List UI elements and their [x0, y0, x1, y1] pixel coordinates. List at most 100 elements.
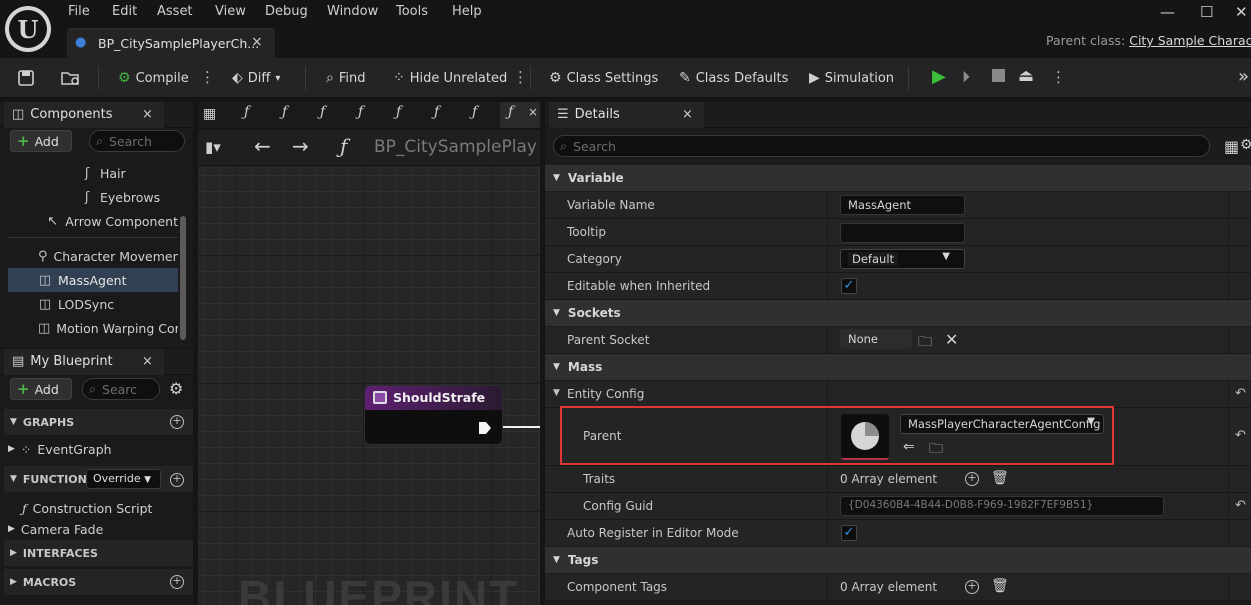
- list-item[interactable]: ↖ Arrow Component: [8, 209, 178, 233]
- list-item-selected[interactable]: ◫ MassAgent: [8, 268, 178, 292]
- reset-to-default-icon[interactable]: ↶: [1235, 498, 1246, 513]
- parent-socket-field[interactable]: None: [840, 329, 912, 349]
- close-components-icon[interactable]: ×: [142, 107, 153, 122]
- list-item[interactable]: ◫ Motion Warping Com: [8, 316, 178, 340]
- chevron-down-icon[interactable]: ▼: [942, 251, 950, 262]
- menu-debug[interactable]: Debug: [265, 4, 308, 22]
- close-tab-icon[interactable]: ×: [528, 105, 538, 119]
- eject-icon[interactable]: ⏏: [1018, 66, 1034, 86]
- close-my-blueprint-icon[interactable]: ×: [142, 354, 153, 369]
- details-search-input[interactable]: ⌕ Search: [553, 135, 1210, 157]
- maximize-icon[interactable]: ☐: [1200, 3, 1213, 21]
- graph-breadcrumb[interactable]: BP_CitySamplePlay: [374, 137, 540, 157]
- menu-help[interactable]: Help: [452, 4, 482, 22]
- browse-socket-icon[interactable]: 🗀: [918, 331, 932, 355]
- play-icon[interactable]: ▶: [932, 66, 946, 87]
- clear-icon[interactable]: ✕: [945, 330, 958, 349]
- list-item[interactable]: ◫ LODSync: [8, 292, 178, 316]
- blueprint-node[interactable]: ShouldStrafe: [364, 385, 503, 445]
- category-mass[interactable]: ▼ Mass: [545, 354, 1251, 380]
- settings-icon[interactable]: ⚙: [1240, 137, 1251, 153]
- browse-icon[interactable]: [60, 68, 82, 88]
- back-arrow-icon[interactable]: ←: [254, 134, 271, 158]
- list-item[interactable]: ʃ Hair: [8, 161, 178, 185]
- diff-button[interactable]: ⬖ Diff ▾: [232, 68, 280, 88]
- find-button[interactable]: ⌕ Find: [326, 68, 365, 88]
- simulation-button[interactable]: ▶ Simulation: [809, 68, 894, 88]
- list-item[interactable]: ▶ Camera Fade: [8, 518, 188, 540]
- list-item[interactable]: ƒ Construction Script: [22, 497, 190, 519]
- override-dropdown[interactable]: Override ▼: [86, 469, 161, 489]
- bookmark-icon[interactable]: ▮▾: [205, 138, 221, 156]
- unreal-logo-icon[interactable]: U: [5, 6, 51, 52]
- function-tab-icon[interactable]: ƒ: [244, 104, 249, 120]
- add-graph-icon[interactable]: +: [170, 415, 184, 429]
- menu-view[interactable]: View: [215, 4, 246, 22]
- close-window-icon[interactable]: ✕: [1235, 3, 1248, 21]
- table-view-icon[interactable]: ▦: [1224, 137, 1239, 156]
- components-scrollbar[interactable]: [180, 216, 186, 340]
- reset-to-default-icon[interactable]: ↶: [1235, 386, 1246, 401]
- gear-icon[interactable]: ⚙: [169, 379, 183, 398]
- active-function-tab[interactable]: ƒ ×: [500, 102, 540, 128]
- menu-window[interactable]: Window: [327, 4, 378, 22]
- graphs-section[interactable]: ▼ GRAPHS: [4, 409, 193, 435]
- function-tab-icon[interactable]: ƒ: [472, 104, 477, 120]
- list-item[interactable]: ⚲ Character Movemen: [8, 244, 178, 268]
- components-tab[interactable]: ◫ Components: [4, 102, 164, 128]
- function-tab-icon[interactable]: ƒ: [434, 104, 439, 120]
- category-sockets[interactable]: ▼ Sockets: [545, 300, 1251, 326]
- add-member-button[interactable]: + Add: [10, 378, 72, 400]
- add-element-icon[interactable]: +: [965, 580, 979, 594]
- class-defaults-button[interactable]: ✎ Class Defaults: [679, 68, 788, 88]
- function-tab-icon[interactable]: ƒ: [396, 104, 401, 120]
- macros-section[interactable]: ▶ MACROS: [4, 569, 193, 595]
- compile-options-icon[interactable]: ⋮: [200, 68, 215, 86]
- tooltip-field[interactable]: [840, 223, 965, 243]
- toolbar-overflow-icon[interactable]: »: [1238, 66, 1249, 87]
- add-macro-icon[interactable]: +: [170, 575, 184, 589]
- add-function-icon[interactable]: +: [170, 473, 184, 487]
- my-blueprint-search-input[interactable]: ⌕ Searc: [82, 378, 160, 400]
- menu-asset[interactable]: Asset: [157, 4, 193, 22]
- function-tab-icon[interactable]: ƒ: [358, 104, 363, 120]
- interfaces-section[interactable]: ▶ INTERFACES: [4, 540, 193, 566]
- config-guid-field[interactable]: {D04360B4-4B44-D0B8-F969-1982F7EF9B51}: [840, 496, 1164, 516]
- hide-unrelated-button[interactable]: ⁘ Hide Unrelated: [393, 68, 507, 88]
- trash-icon[interactable]: 🗑: [991, 578, 1009, 594]
- components-search-input[interactable]: ⌕ Search: [89, 130, 185, 152]
- trash-icon[interactable]: 🗑: [991, 470, 1009, 486]
- compile-button[interactable]: ⚙ Compile: [118, 68, 189, 88]
- category-variable[interactable]: ▼ Variable: [545, 165, 1251, 191]
- minimize-icon[interactable]: —: [1160, 3, 1175, 21]
- variable-name-field[interactable]: MassAgent: [840, 195, 965, 215]
- list-item[interactable]: ʃ Eyebrows: [8, 185, 178, 209]
- forward-arrow-icon[interactable]: →: [292, 134, 309, 158]
- add-element-icon[interactable]: +: [965, 472, 979, 486]
- function-tab-icon[interactable]: ƒ: [282, 104, 287, 120]
- caret-down-icon[interactable]: ▼: [553, 388, 560, 398]
- parent-class-link[interactable]: City Sample Characte: [1129, 33, 1251, 48]
- add-component-button[interactable]: + Add: [10, 130, 72, 152]
- step-icon[interactable]: ⏵: [962, 67, 970, 87]
- my-blueprint-tab[interactable]: ▤ My Blueprint: [4, 349, 164, 375]
- category-combo[interactable]: Default ▼: [840, 249, 965, 269]
- menu-file[interactable]: File: [68, 4, 90, 22]
- editable-inherited-checkbox[interactable]: ✓: [841, 278, 857, 294]
- graph-tab-icon[interactable]: ▦: [203, 106, 216, 122]
- function-tab-icon[interactable]: ƒ: [320, 104, 325, 120]
- asset-tab[interactable]: ● BP_CitySamplePlayerCh... ×: [67, 28, 275, 58]
- close-details-icon[interactable]: ×: [682, 107, 693, 122]
- save-icon[interactable]: [17, 68, 35, 88]
- menu-edit[interactable]: Edit: [112, 4, 137, 22]
- category-tags[interactable]: ▼ Tags: [545, 547, 1251, 573]
- details-tab[interactable]: ☰ Details: [549, 102, 704, 128]
- class-settings-button[interactable]: ⚙ Class Settings: [549, 68, 658, 88]
- play-options-icon[interactable]: ⋮: [1051, 68, 1066, 86]
- exec-pin-icon[interactable]: [477, 420, 493, 436]
- menu-tools[interactable]: Tools: [396, 4, 428, 22]
- auto-register-checkbox[interactable]: ✓: [841, 525, 857, 541]
- close-tab-icon[interactable]: ×: [251, 34, 263, 50]
- list-item[interactable]: ▶ ⁘ EventGraph: [8, 438, 188, 460]
- stop-icon[interactable]: [992, 69, 1005, 82]
